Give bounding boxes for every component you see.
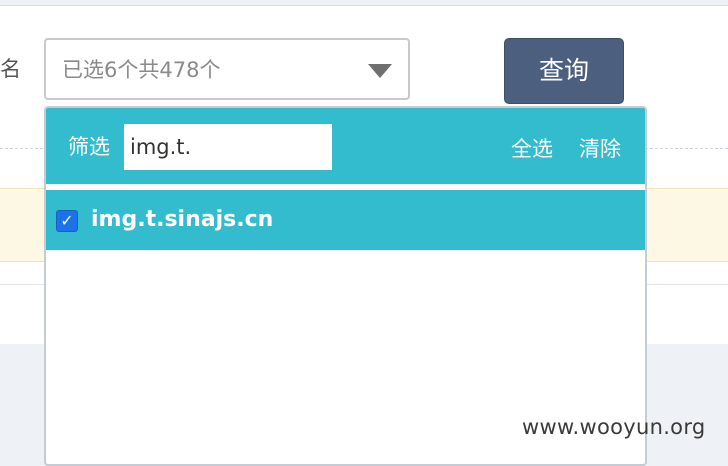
multiselect-summary: 已选6个共478个 bbox=[62, 58, 221, 82]
dropdown-header: 筛选 全选 清除 bbox=[46, 108, 645, 184]
caret-down-icon[interactable] bbox=[368, 64, 392, 78]
dropdown-option[interactable]: ✓ img.t.sinajs.cn bbox=[46, 190, 645, 250]
dropdown-menu: 筛选 全选 清除 ✓ img.t.sinajs.cn bbox=[44, 106, 647, 466]
select-all-link[interactable]: 全选 bbox=[511, 136, 553, 162]
filter-label: 筛选 bbox=[68, 135, 110, 159]
clear-link[interactable]: 清除 bbox=[579, 136, 621, 162]
query-button[interactable]: 查询 bbox=[504, 38, 624, 104]
field-label: 名 bbox=[0, 57, 21, 81]
checkbox-checked-icon[interactable]: ✓ bbox=[56, 210, 78, 232]
multiselect-dropdown[interactable]: 已选6个共478个 bbox=[44, 38, 410, 100]
option-label: img.t.sinajs.cn bbox=[91, 207, 274, 232]
filter-input[interactable] bbox=[124, 124, 332, 170]
watermark: www.wooyun.org bbox=[522, 415, 706, 439]
